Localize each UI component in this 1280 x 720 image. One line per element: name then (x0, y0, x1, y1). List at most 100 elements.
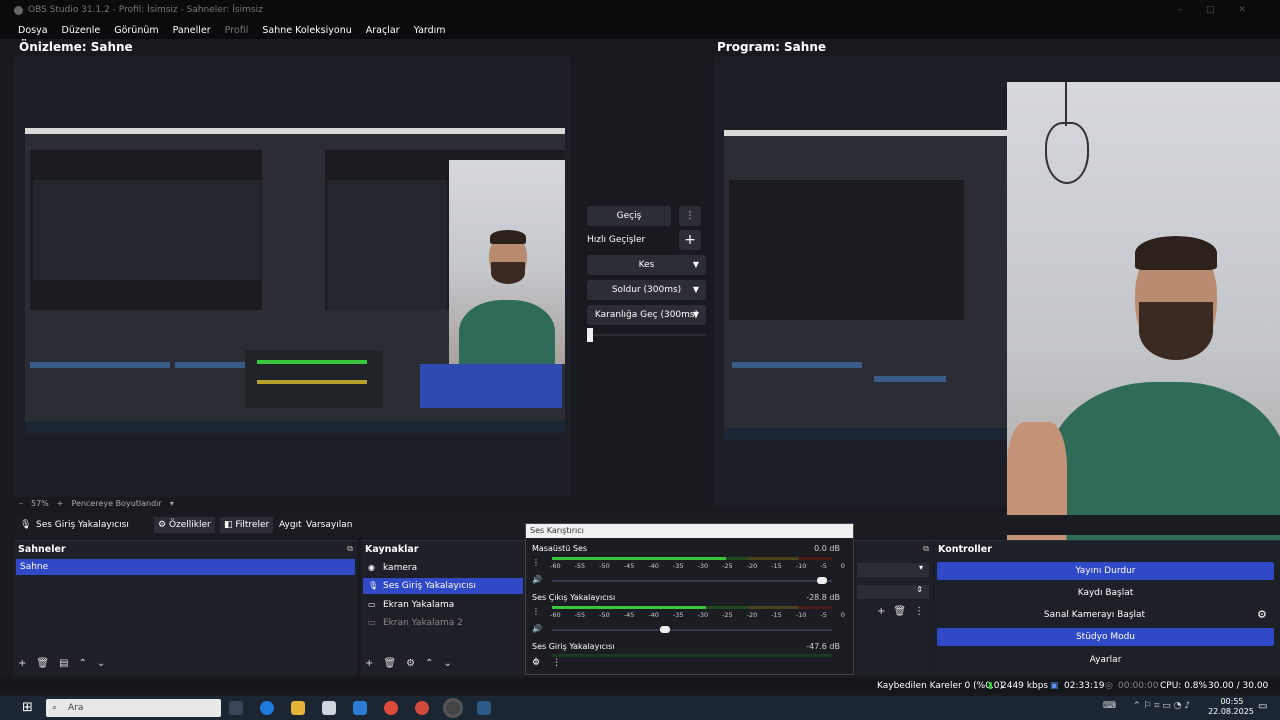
menu-file[interactable]: Dosya (18, 22, 48, 39)
start-virtual-camera-button[interactable]: Sanal Kamerayı Başlat (937, 606, 1252, 624)
taskbar-date[interactable]: 22.08.2025 (1207, 707, 1255, 716)
more-icon[interactable]: ⋮ (914, 606, 924, 617)
device-select[interactable]: Varsayılan (306, 515, 352, 535)
program-canvas (724, 130, 1007, 440)
signal-icon: ▮ (988, 681, 993, 691)
notification-icon[interactable]: ▭ (1258, 701, 1267, 712)
add-icon[interactable]: + (18, 658, 26, 669)
controls-header: Kontroller (938, 544, 992, 555)
menu-docks[interactable]: Paneller (173, 22, 211, 39)
file-explorer-icon[interactable] (291, 701, 305, 715)
mail-icon[interactable] (353, 701, 367, 715)
quick-transition-fade[interactable]: Soldur (300ms) ▼ (587, 280, 706, 300)
menu-scene-collection[interactable]: Sahne Koleksiyonu (262, 22, 351, 39)
chrome-profile-icon[interactable] (415, 701, 429, 715)
preview-canvas (25, 128, 565, 433)
menu-tools[interactable]: Araçlar (366, 22, 400, 39)
transition-button[interactable]: Geçiş (587, 206, 671, 226)
quick-transition-cut[interactable]: Kes ▼ (587, 255, 706, 275)
source-item[interactable]: ◉ kamera (363, 560, 523, 576)
settings-button[interactable]: Ayarlar (937, 651, 1274, 669)
chevron-down-icon: ▼ (692, 260, 699, 269)
speaker-icon[interactable]: 🔊 (532, 624, 542, 633)
add-icon[interactable]: + (877, 606, 885, 617)
scene-item[interactable]: Sahne (16, 559, 355, 575)
tbar-handle[interactable] (587, 328, 593, 342)
chrome-icon[interactable] (384, 701, 398, 715)
source-item[interactable]: 🎙 Ses Giriş Yakalayıcısı (363, 578, 523, 594)
tbar-track[interactable] (587, 334, 706, 336)
edge-icon[interactable] (260, 701, 274, 715)
scale-tick: -30 (697, 562, 709, 570)
zoom-level: 57% (31, 499, 49, 508)
speaker-icon[interactable]: 🔊 (532, 575, 542, 584)
zoom-out-icon[interactable]: – (19, 499, 23, 508)
chevron-down-icon[interactable]: ▾ (857, 563, 929, 577)
chevron-down-icon[interactable]: ▾ (170, 499, 174, 508)
filters-button[interactable]: ◧ Filtreler (220, 517, 274, 533)
add-icon[interactable]: + (365, 658, 373, 669)
windows-start-icon[interactable]: ⊞ (22, 700, 33, 715)
steam-icon[interactable] (477, 701, 491, 715)
volume-slider-handle[interactable] (816, 577, 827, 584)
scale-tick: -5 (820, 611, 827, 619)
add-quick-transition-icon[interactable]: + (679, 230, 701, 250)
more-icon[interactable]: ⋮ (532, 607, 540, 616)
channel-name: Masaüstü Ses (532, 544, 588, 553)
fit-to-window-label[interactable]: Pencereye Boyutlandır (71, 499, 161, 508)
properties-button[interactable]: ⚙ Özellikler (154, 517, 215, 533)
keyboard-icon[interactable]: ⌨ (1103, 701, 1116, 711)
dock-float-icon[interactable]: ⧉ (923, 544, 929, 554)
device-label: Aygıt (279, 520, 302, 530)
up-arrow-icon[interactable]: ⌃ (425, 658, 433, 669)
scale-tick: -20 (746, 562, 758, 570)
scale-tick: -50 (599, 562, 610, 570)
up-arrow-icon[interactable]: ⌃ (79, 658, 87, 669)
menu-view[interactable]: Görünüm (114, 22, 158, 39)
menu-profile[interactable]: Profil (225, 22, 249, 39)
down-arrow-icon[interactable]: ⌄ (97, 658, 105, 669)
audio-mixer: Ses Karıştırıcı Masaüstü Ses 0.0 dB ⋮ -60 -5… (525, 523, 854, 675)
mixer-toolbar: ⚙ ⋮ (532, 658, 561, 668)
stop-stream-button[interactable]: Yayını Durdur (937, 562, 1274, 580)
dock-float-icon[interactable]: ⧉ (347, 544, 353, 554)
gear-icon[interactable]: ⚙ (1257, 608, 1267, 621)
gear-icon[interactable]: ⚙ (532, 658, 540, 668)
dropped-frames: Kaybedilen Kareler 0 (%0.0) (877, 681, 1004, 691)
zoom-in-icon[interactable]: + (57, 499, 64, 508)
source-item[interactable]: ▭ Ekran Yakalama 2 (363, 615, 523, 631)
stream-time: 02:33:19 (1064, 681, 1105, 691)
mixer-header[interactable]: Ses Karıştırıcı (526, 524, 853, 538)
quick-transition-fade-to-black[interactable]: Karanlığa Geç (300ms) ▼ (587, 305, 706, 325)
down-arrow-icon[interactable]: ⌄ (443, 658, 451, 669)
window-controls[interactable]: –□✕ (1177, 0, 1270, 20)
scenes-toolbar: + 🗑 ▤ ⌃ ⌄ (18, 658, 105, 669)
more-icon[interactable]: ⋮ (552, 658, 561, 668)
spinbox-icon[interactable]: ⇕ (857, 585, 929, 599)
taskbar-search[interactable]: ⌕ Ara (46, 699, 221, 717)
gear-icon[interactable]: ⚙ (406, 658, 415, 669)
scale-tick: -35 (672, 611, 684, 619)
source-item[interactable]: ▭ Ekran Yakalama (363, 597, 523, 613)
obs-taskbar-icon[interactable] (446, 701, 460, 715)
volume-slider[interactable] (552, 577, 832, 584)
scale-tick: 0 (840, 611, 845, 619)
start-recording-button[interactable]: Kaydı Başlat (937, 584, 1274, 602)
more-icon[interactable]: ⋮ (532, 558, 540, 567)
menu-help[interactable]: Yardım (414, 22, 446, 39)
volume-slider[interactable] (552, 626, 832, 633)
trash-icon[interactable]: 🗑 (36, 658, 49, 669)
quick-transitions-label: Hızlı Geçişler (587, 235, 646, 245)
trash-icon[interactable]: 🗑 (383, 658, 396, 669)
task-view-icon[interactable] (229, 701, 243, 715)
studio-mode-button[interactable]: Stüdyo Modu (937, 628, 1274, 646)
transition-menu-icon[interactable]: ⋮ (679, 206, 701, 226)
taskbar-time[interactable]: 00:55 (1212, 697, 1252, 706)
menu-edit[interactable]: Düzenle (62, 22, 101, 39)
level-meter-fill (552, 606, 706, 609)
volume-slider-handle[interactable] (660, 626, 670, 633)
tray-icons[interactable]: ⌃ ⚐ ⌗ ▭ ◔ ♪ (1133, 701, 1190, 711)
trash-icon[interactable]: 🗑 (893, 606, 906, 617)
store-icon[interactable] (322, 701, 336, 715)
filter-icon[interactable]: ▤ (59, 658, 68, 669)
